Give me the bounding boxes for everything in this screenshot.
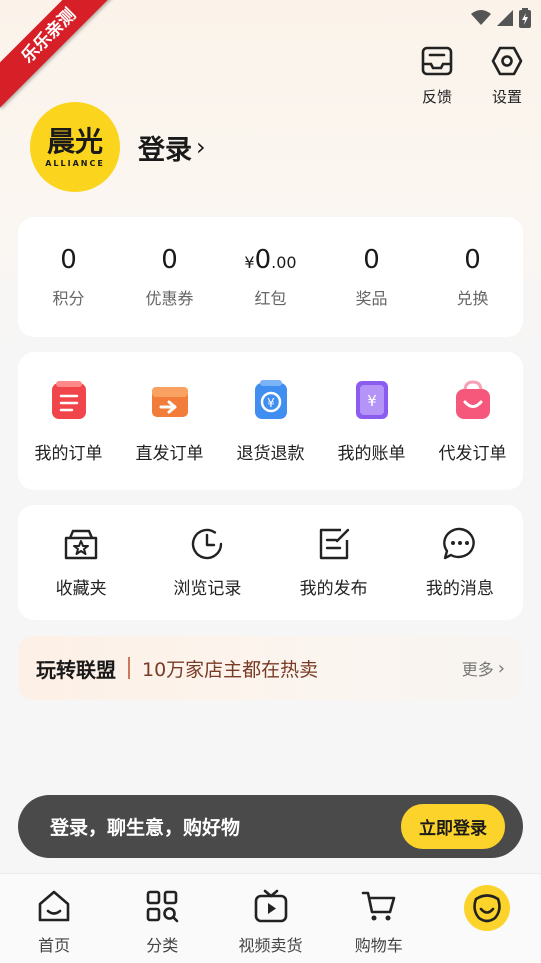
stat-value: 0	[60, 245, 77, 275]
status-icons	[471, 8, 531, 28]
stats-card: 0 积分 0 优惠券 ¥0.00 红包 0 奖品 0 兑换	[18, 217, 523, 337]
svg-text:¥: ¥	[267, 396, 275, 410]
stat-value: 0	[363, 245, 380, 275]
tab-label: 视频卖货	[238, 936, 303, 955]
stat-label: 优惠券	[145, 289, 194, 308]
category-icon	[146, 890, 179, 923]
me-icon	[473, 894, 501, 923]
tab-me[interactable]	[433, 874, 541, 963]
chevron-right-icon: ›	[497, 657, 505, 679]
stat-label: 兑换	[456, 289, 489, 308]
stat-exchange[interactable]: 0 兑换	[422, 217, 523, 337]
stat-points[interactable]: 0 积分	[18, 217, 119, 337]
top-actions: 反馈 设置	[415, 44, 529, 107]
stat-coupons[interactable]: 0 优惠券	[119, 217, 220, 337]
refund-button[interactable]: ¥ 退货退款	[220, 352, 321, 490]
bill-icon: ¥	[355, 380, 388, 419]
proxy-order-icon	[455, 379, 490, 419]
logo-sub-text: ALLIANCE	[45, 158, 105, 168]
order-label: 退货退款	[236, 443, 305, 464]
tab-category[interactable]: 分类	[108, 874, 216, 963]
stat-label: 奖品	[355, 289, 388, 308]
feedback-label: 反馈	[421, 88, 452, 106]
message-icon	[442, 527, 475, 560]
alliance-banner[interactable]: 玩转联盟 10万家店主都在热卖 更多 ›	[18, 636, 523, 700]
signal-icon	[497, 10, 513, 26]
stat-label: 红包	[254, 289, 287, 308]
login-prompt-text: 登录，聊生意，购好物	[50, 817, 241, 839]
stat-value: ¥0.00	[244, 245, 296, 275]
tab-label: 首页	[38, 936, 71, 955]
history-button[interactable]: 浏览记录	[144, 505, 270, 620]
wifi-icon	[471, 10, 491, 25]
tool-label: 我的消息	[425, 579, 494, 599]
tab-label: 购物车	[354, 936, 403, 955]
cart-icon	[361, 891, 396, 921]
chevron-right-icon: ›	[196, 133, 206, 161]
feedback-icon	[421, 46, 453, 76]
banner-divider	[128, 657, 130, 679]
more-label: 更多	[461, 660, 494, 679]
login-text: 登录	[138, 134, 192, 166]
login-now-button[interactable]: 立即登录	[401, 804, 505, 849]
tab-label: 分类	[146, 936, 179, 955]
proxy-orders-button[interactable]: 代发订单	[422, 352, 523, 490]
refund-icon: ¥	[254, 379, 287, 419]
order-list-icon	[51, 380, 86, 419]
bottom-tab-bar: 首页 分类 视频卖货 购物车	[0, 873, 541, 963]
profile-header: 晨光 ALLIANCE 登录 ›	[30, 102, 206, 192]
avatar[interactable]: 晨光 ALLIANCE	[30, 102, 120, 192]
stat-value: 0	[161, 245, 178, 275]
direct-ship-icon	[151, 386, 188, 417]
tab-home[interactable]: 首页	[0, 874, 108, 963]
banner-more-link[interactable]: 更多 ›	[462, 656, 505, 680]
settings-button[interactable]: 设置	[485, 44, 529, 107]
login-link[interactable]: 登录 ›	[138, 128, 206, 167]
stat-prizes[interactable]: 0 奖品	[321, 217, 422, 337]
banner-slogan: 10万家店主都在热卖	[142, 658, 319, 681]
video-icon	[254, 889, 287, 923]
tool-label: 浏览记录	[173, 579, 242, 599]
history-icon	[192, 528, 223, 560]
publish-icon	[319, 528, 349, 560]
tab-video-selling[interactable]: 视频卖货	[216, 874, 324, 963]
my-posts-button[interactable]: 我的发布	[271, 505, 397, 620]
settings-icon	[491, 46, 523, 76]
order-label: 我的账单	[337, 443, 406, 464]
favorites-button[interactable]: 收藏夹	[18, 505, 144, 620]
order-label: 我的订单	[34, 443, 103, 464]
login-prompt-bar: 登录，聊生意，购好物 立即登录	[18, 795, 523, 858]
tools-card: 收藏夹 浏览记录 我的发布 我的消息	[18, 505, 523, 620]
amount-decimals: .00	[271, 253, 297, 272]
logo-main-text: 晨光	[46, 124, 103, 158]
tool-label: 我的发布	[299, 579, 368, 599]
svg-text:¥: ¥	[367, 392, 377, 410]
feedback-button[interactable]: 反馈	[415, 44, 459, 107]
my-messages-button[interactable]: 我的消息	[397, 505, 523, 620]
tool-label: 收藏夹	[55, 579, 107, 599]
amount-integer: 0	[254, 245, 272, 275]
banner-brand: 玩转联盟	[36, 657, 116, 682]
orders-card: 我的订单 直发订单 ¥ 退货退款 ¥ 我的账单 代发订单	[18, 352, 523, 490]
order-label: 直发订单	[135, 443, 204, 464]
me-tab-badge	[463, 885, 510, 931]
settings-label: 设置	[491, 88, 522, 106]
tab-cart[interactable]: 购物车	[325, 874, 433, 963]
order-label: 代发订单	[438, 443, 507, 464]
my-bills-button[interactable]: ¥ 我的账单	[321, 352, 422, 490]
my-orders-button[interactable]: 我的订单	[18, 352, 119, 490]
currency-symbol: ¥	[244, 253, 255, 272]
favorites-icon	[64, 529, 98, 560]
battery-icon	[519, 8, 531, 28]
home-icon	[38, 890, 70, 922]
stat-value: 0	[464, 245, 481, 275]
stat-red-packets[interactable]: ¥0.00 红包	[220, 217, 321, 337]
direct-orders-button[interactable]: 直发订单	[119, 352, 220, 490]
stat-label: 积分	[52, 289, 85, 308]
